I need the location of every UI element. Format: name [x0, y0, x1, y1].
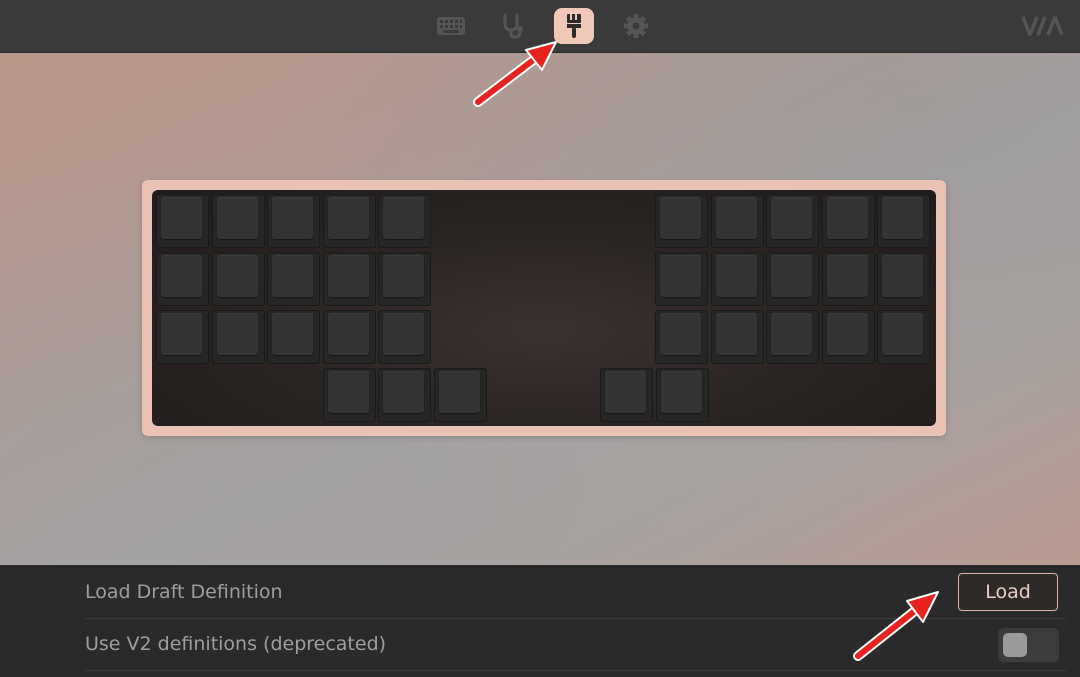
keycap-top: [216, 255, 258, 297]
v2-definitions-row: Use V2 definitions (deprecated): [85, 619, 1066, 671]
keycap-top: [383, 313, 424, 355]
load-draft-row: Load Draft Definition Load: [85, 567, 1066, 619]
keycap[interactable]: [766, 194, 819, 248]
keycap[interactable]: [378, 252, 431, 306]
keycap-top: [327, 255, 369, 297]
keycap[interactable]: [433, 368, 487, 422]
keycap-top: [715, 313, 757, 355]
keycap-top: [882, 255, 923, 297]
keycap-top: [327, 313, 369, 355]
keycap[interactable]: [378, 194, 431, 248]
stethoscope-icon[interactable]: [492, 8, 532, 44]
keycap-top: [660, 255, 701, 297]
keycap-top: [660, 371, 702, 413]
keyboard-preview-area: [0, 53, 1080, 565]
keycap-top: [715, 197, 757, 239]
keycap[interactable]: [821, 252, 875, 306]
keycap[interactable]: [877, 252, 930, 306]
keycap[interactable]: [322, 368, 376, 422]
paintbrush-icon[interactable]: [554, 8, 594, 44]
keycap[interactable]: [821, 194, 875, 248]
keycap-top: [660, 313, 701, 355]
top-navigation-bar: [0, 0, 1080, 53]
keycap[interactable]: [655, 194, 708, 248]
keycap-top: [826, 197, 868, 239]
keycap[interactable]: [378, 310, 431, 364]
keycap[interactable]: [710, 194, 764, 248]
keycap-top: [715, 255, 757, 297]
keycap[interactable]: [322, 194, 376, 248]
keycap[interactable]: [211, 310, 265, 364]
keycap-top: [660, 197, 701, 239]
keycap-top: [826, 313, 868, 355]
keycap-top: [383, 371, 424, 413]
keycap[interactable]: [877, 310, 930, 364]
keycap[interactable]: [156, 252, 209, 306]
keycap[interactable]: [821, 310, 875, 364]
keycap[interactable]: [322, 310, 376, 364]
keycap[interactable]: [378, 368, 431, 422]
keycap-top: [327, 371, 369, 413]
keycap[interactable]: [156, 194, 209, 248]
keycap-top: [272, 197, 313, 239]
keycap-top: [383, 197, 424, 239]
keycap-top: [161, 313, 202, 355]
keycap[interactable]: [655, 310, 708, 364]
keycap[interactable]: [710, 310, 764, 364]
v2-definitions-label: Use V2 definitions (deprecated): [85, 633, 387, 655]
keycap[interactable]: [600, 368, 653, 422]
settings-panel: Load Draft Definition Load Use V2 defini…: [0, 566, 1080, 677]
keyboard-case: [142, 180, 946, 436]
keycap[interactable]: [766, 252, 819, 306]
keyboard-plate: [152, 190, 936, 426]
toggle-knob: [1003, 633, 1027, 657]
keycap-top: [216, 313, 258, 355]
keycap[interactable]: [267, 252, 320, 306]
keycap-top: [826, 255, 868, 297]
keycap-top: [605, 371, 646, 413]
v2-definitions-toggle[interactable]: [998, 628, 1059, 662]
via-logo: [1018, 12, 1070, 40]
via-logo-mark: [1022, 16, 1064, 36]
keycap-top: [161, 255, 202, 297]
load-draft-label: Load Draft Definition: [85, 581, 283, 603]
keycap[interactable]: [766, 310, 819, 364]
keycap[interactable]: [655, 252, 708, 306]
keycap[interactable]: [267, 194, 320, 248]
keycap-top: [272, 313, 313, 355]
keycap-top: [771, 313, 812, 355]
keyboard-icon[interactable]: [431, 8, 471, 44]
keycap-top: [882, 197, 923, 239]
keycap-top: [161, 197, 202, 239]
keycap-top: [438, 371, 480, 413]
keycap[interactable]: [710, 252, 764, 306]
gear-icon[interactable]: [616, 8, 656, 44]
keycap[interactable]: [655, 368, 709, 422]
keycap-top: [771, 255, 812, 297]
keycap[interactable]: [211, 194, 265, 248]
load-button[interactable]: Load: [958, 573, 1058, 611]
keycap-top: [272, 255, 313, 297]
keycap[interactable]: [322, 252, 376, 306]
keycap-top: [216, 197, 258, 239]
keycap-top: [383, 255, 424, 297]
keycap[interactable]: [211, 252, 265, 306]
keycap-top: [882, 313, 923, 355]
keycap-top: [771, 197, 812, 239]
keycap[interactable]: [877, 194, 930, 248]
keycap-top: [327, 197, 369, 239]
keycap[interactable]: [267, 310, 320, 364]
keycap[interactable]: [156, 310, 209, 364]
